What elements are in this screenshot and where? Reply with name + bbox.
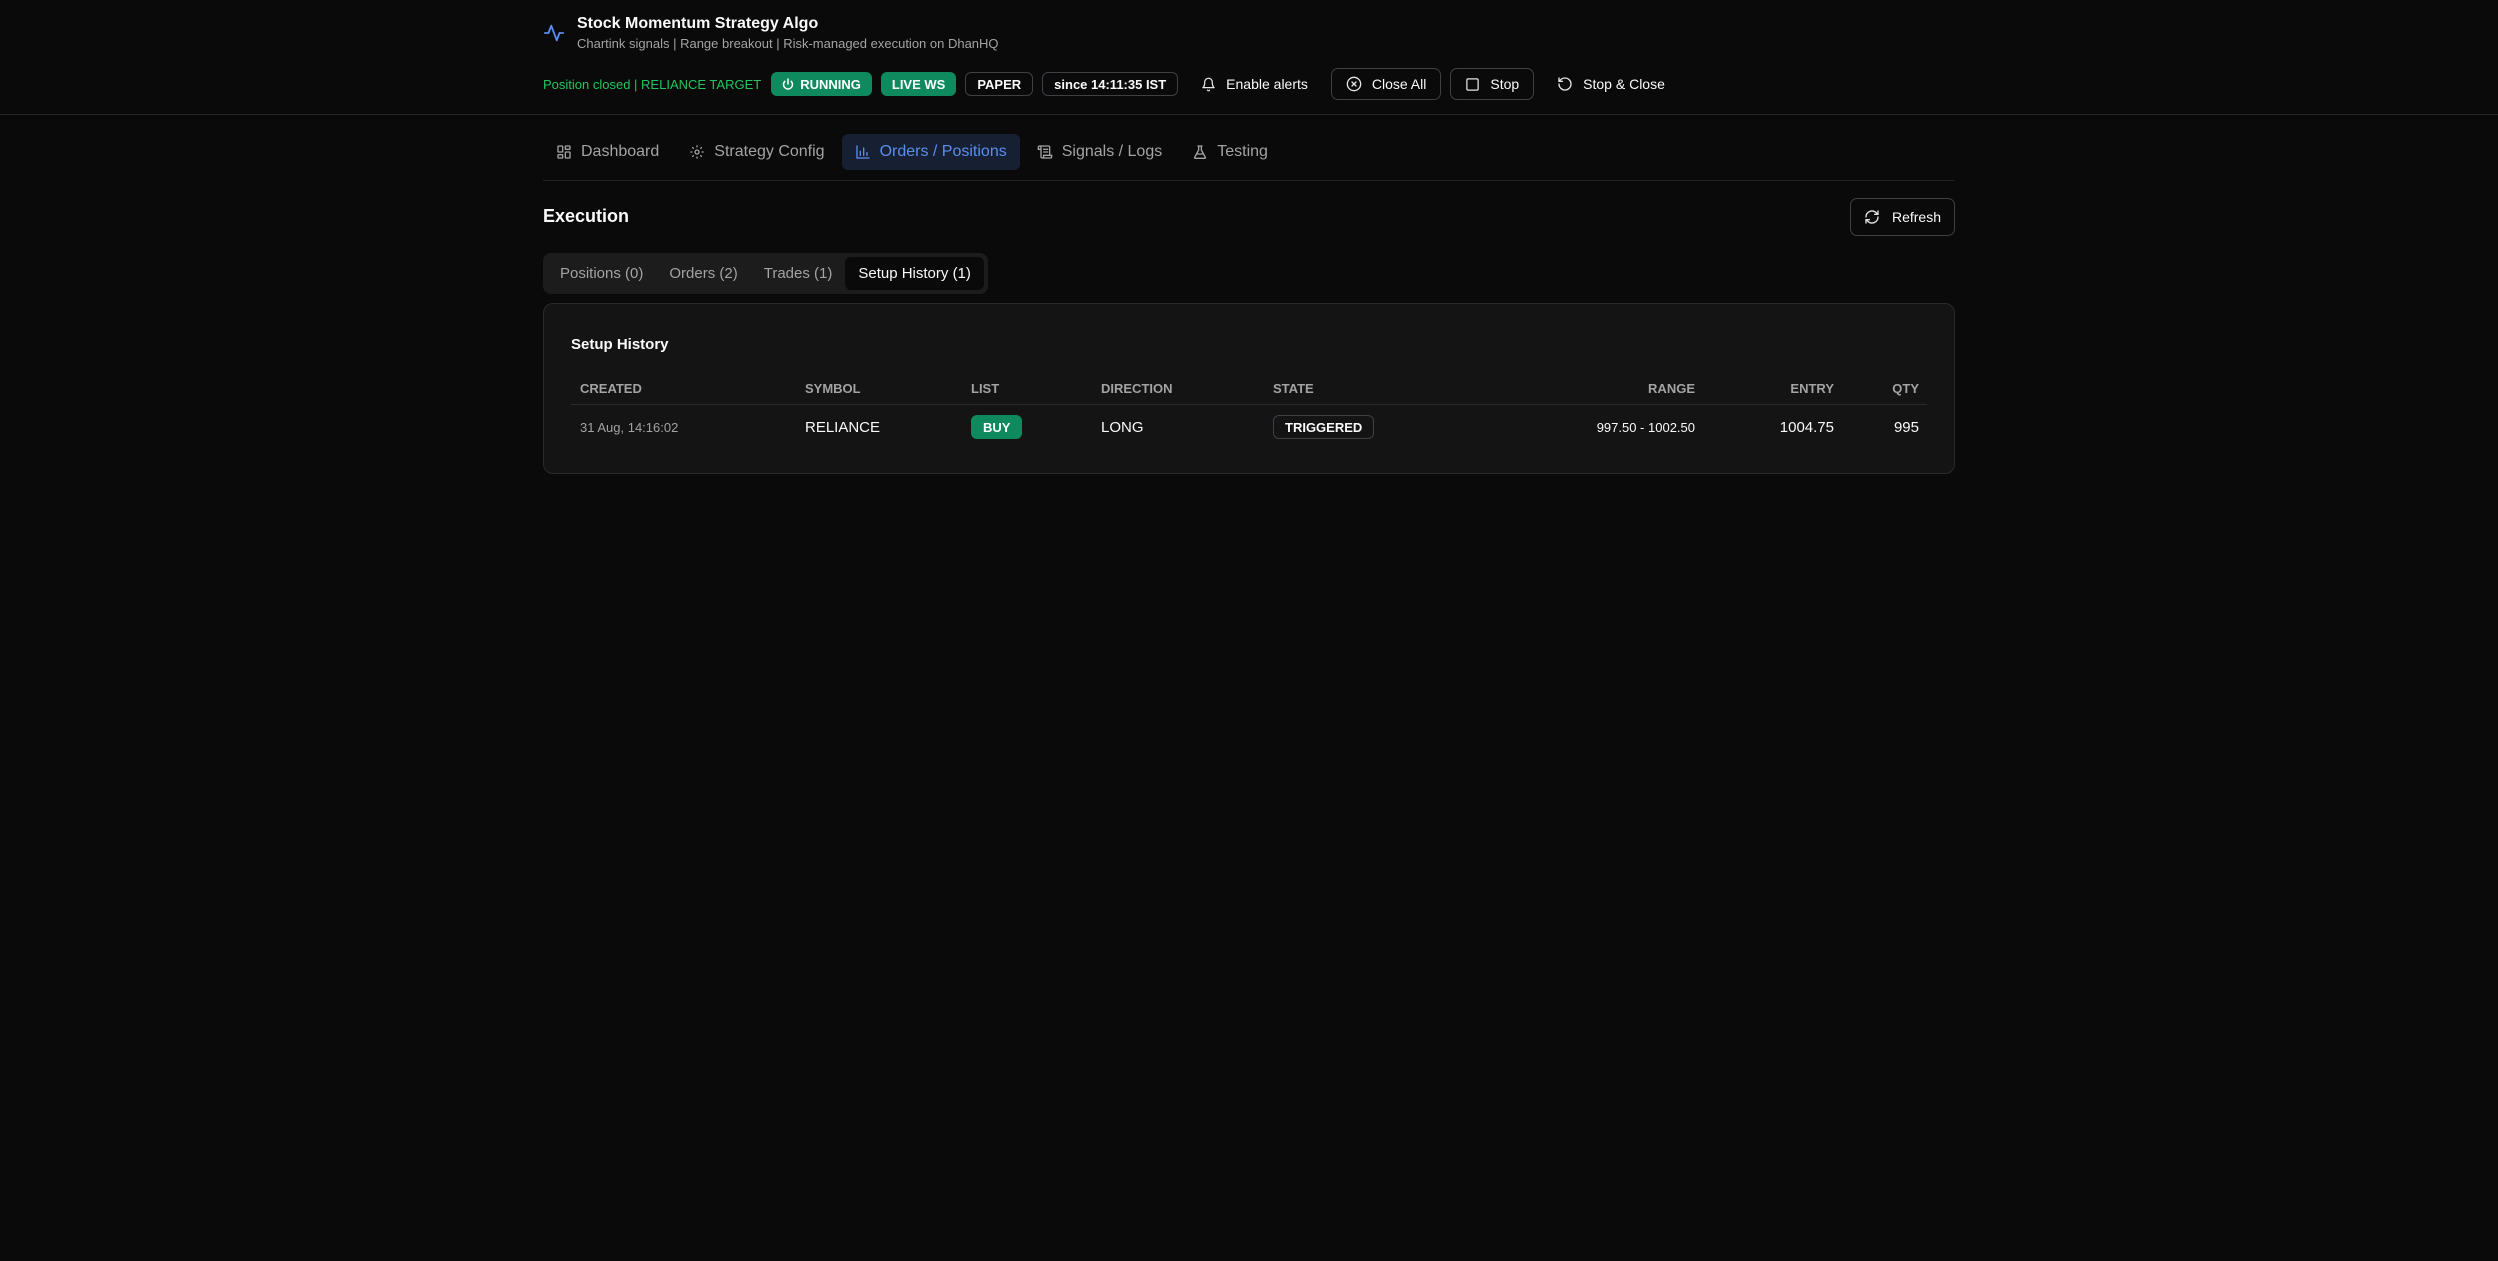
- section-title: Execution: [543, 206, 630, 226]
- scroll-icon: [1037, 145, 1053, 159]
- tab-dashboard[interactable]: Dashboard: [543, 134, 672, 170]
- subtab-positions[interactable]: Positions (0): [547, 257, 656, 290]
- cell-symbol: RELIANCE: [805, 418, 881, 436]
- col-qty: Qty: [1892, 381, 1919, 396]
- col-list: List: [971, 381, 1000, 396]
- flask-icon: [1194, 145, 1207, 159]
- col-symbol: Symbol: [805, 381, 861, 396]
- stop-button[interactable]: Stop: [1450, 68, 1535, 100]
- tab-testing[interactable]: Testing: [1179, 134, 1281, 170]
- subtab-trades[interactable]: Trades (1): [751, 257, 846, 290]
- running-badge: RUNNING: [771, 72, 872, 96]
- app-title: Stock Momentum Strategy Algo: [577, 15, 819, 32]
- cell-state: TRIGGERED: [1273, 405, 1375, 449]
- bell-icon: [1202, 77, 1215, 91]
- tab-signals-logs-label: Signals / Logs: [1061, 143, 1163, 160]
- cell-direction: LONG: [1101, 418, 1144, 436]
- tab-strategy-config[interactable]: Strategy Config: [676, 134, 837, 170]
- cell-list: BUY: [971, 405, 1023, 449]
- square-icon: [1466, 77, 1480, 91]
- rotate-ccw-icon: [1558, 77, 1572, 91]
- refresh-button[interactable]: Refresh: [1850, 198, 1955, 236]
- state-badge: TRIGGERED: [1273, 415, 1375, 439]
- enable-alerts-label: Enable alerts: [1226, 76, 1308, 92]
- tab-dashboard-label: Dashboard: [581, 143, 660, 160]
- close-all-button[interactable]: Close All: [1330, 68, 1442, 100]
- close-all-label: Close All: [1371, 76, 1427, 92]
- app-header: Stock Momentum Strategy Algo Chartink si…: [0, 0, 2498, 115]
- activity-icon: [543, 24, 565, 42]
- enable-alerts-button[interactable]: Enable alerts: [1187, 68, 1322, 100]
- refresh-icon: [1865, 210, 1879, 224]
- running-label: RUNNING: [800, 76, 861, 92]
- list-badge: BUY: [971, 415, 1023, 439]
- col-direction: Direction: [1101, 381, 1173, 396]
- cell-entry: 1004.75: [1779, 418, 1834, 436]
- table-header: Created Symbol List Direction State Rang…: [571, 373, 1927, 405]
- col-created: Created: [580, 381, 642, 396]
- subtab-setup-history[interactable]: Setup History (1): [845, 257, 984, 290]
- card-title: Setup History: [571, 336, 669, 353]
- status-message: Position closed | RELIANCE TARGET: [543, 76, 762, 92]
- since-badge: since 14:11:35 IST: [1042, 72, 1179, 96]
- setup-history-card: Setup History Created Symbol List Direct…: [543, 303, 1955, 474]
- col-entry: Entry: [1790, 381, 1834, 396]
- status-bar: Position closed | RELIANCE TARGET RUNNIN…: [543, 68, 1679, 100]
- brand: Stock Momentum Strategy Algo Chartink si…: [543, 14, 999, 53]
- tab-orders-positions[interactable]: Orders / Positions: [841, 134, 1020, 170]
- execution-subtabs: Positions (0) Orders (2) Trades (1) Setu…: [543, 253, 988, 294]
- x-circle-icon: [1346, 76, 1362, 92]
- cell-created: 31 Aug, 14:16:02: [580, 419, 679, 435]
- gear-icon: [690, 145, 704, 159]
- col-state: State: [1273, 381, 1314, 396]
- tab-testing-label: Testing: [1217, 143, 1268, 160]
- chart-icon: [855, 145, 870, 159]
- grid-icon: [557, 145, 571, 159]
- power-icon: [782, 78, 794, 90]
- table-row[interactable]: 31 Aug, 14:16:02 RELIANCE BUY LONG TRIGG…: [571, 405, 1927, 449]
- live-ws-badge: LIVE WS: [880, 72, 957, 96]
- stop-close-button[interactable]: Stop & Close: [1543, 68, 1679, 100]
- app-subtitle: Chartink signals | Range breakout | Risk…: [577, 36, 999, 51]
- main-tabs: Dashboard Strategy Config Orders / Posit…: [543, 134, 1954, 181]
- tab-signals-logs[interactable]: Signals / Logs: [1024, 134, 1176, 170]
- cell-qty: 995: [1893, 418, 1919, 436]
- col-range: Range: [1648, 381, 1695, 396]
- tab-orders-positions-label: Orders / Positions: [879, 143, 1007, 160]
- mode-badge: PAPER: [965, 72, 1034, 96]
- cell-range: 997.50 - 1002.50: [1596, 419, 1695, 435]
- tab-strategy-config-label: Strategy Config: [714, 143, 825, 160]
- refresh-label: Refresh: [1891, 209, 1942, 225]
- subtab-orders[interactable]: Orders (2): [656, 257, 750, 290]
- stop-close-label: Stop & Close: [1583, 76, 1665, 92]
- stop-label: Stop: [1490, 76, 1520, 92]
